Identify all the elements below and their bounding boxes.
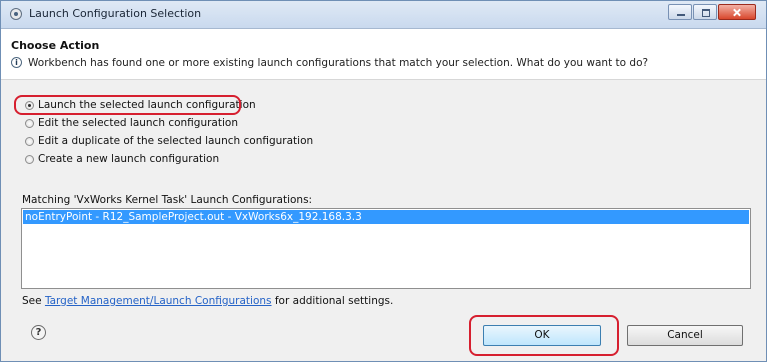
title-bar[interactable]: Launch Configuration Selection	[1, 1, 766, 29]
list-item[interactable]: noEntryPoint - R12_SampleProject.out - V…	[23, 210, 749, 224]
cancel-button[interactable]: Cancel	[627, 325, 743, 346]
configuration-list[interactable]: noEntryPoint - R12_SampleProject.out - V…	[21, 208, 751, 289]
window-title: Launch Configuration Selection	[29, 7, 202, 20]
maximize-icon[interactable]	[693, 4, 717, 20]
info-icon: i	[11, 57, 22, 68]
minimize-icon[interactable]	[668, 4, 692, 20]
target-management-link[interactable]: Target Management/Launch Configurations	[45, 295, 272, 307]
option-edit-duplicate[interactable]: Edit a duplicate of the selected launch …	[25, 133, 313, 149]
option-create-new[interactable]: Create a new launch configuration	[25, 151, 219, 167]
header-message: Workbench has found one or more existing…	[28, 57, 649, 69]
radio-unselected-icon[interactable]	[25, 136, 34, 146]
close-icon[interactable]	[718, 4, 756, 20]
see-text: See	[22, 295, 42, 307]
radio-unselected-icon[interactable]	[25, 154, 34, 164]
page-title: Choose Action	[11, 39, 100, 52]
option-edit-selected[interactable]: Edit the selected launch configuration	[25, 115, 238, 131]
matching-configurations-label: Matching 'VxWorks Kernel Task' Launch Co…	[22, 194, 313, 206]
option-label: Create a new launch configuration	[38, 153, 220, 165]
option-label: Launch the selected launch configuration	[38, 99, 256, 111]
option-label: Edit a duplicate of the selected launch …	[38, 135, 314, 147]
dialog-window: Launch Configuration Selection Choose Ac…	[0, 0, 767, 362]
option-label: Edit the selected launch configuration	[38, 117, 238, 129]
option-launch-selected[interactable]: Launch the selected launch configuration	[25, 97, 256, 113]
radio-unselected-icon[interactable]	[25, 118, 34, 128]
radio-selected-icon[interactable]	[25, 100, 34, 110]
help-icon[interactable]: ?	[31, 325, 46, 340]
ok-button[interactable]: OK	[483, 325, 601, 346]
additional-settings-text: for additional settings.	[274, 295, 394, 307]
dialog-header: Choose Action i Workbench has found one …	[1, 29, 766, 80]
window-controls	[668, 4, 756, 20]
settings-note: See Target Management/Launch Configurati…	[22, 295, 393, 307]
app-icon	[10, 8, 22, 20]
